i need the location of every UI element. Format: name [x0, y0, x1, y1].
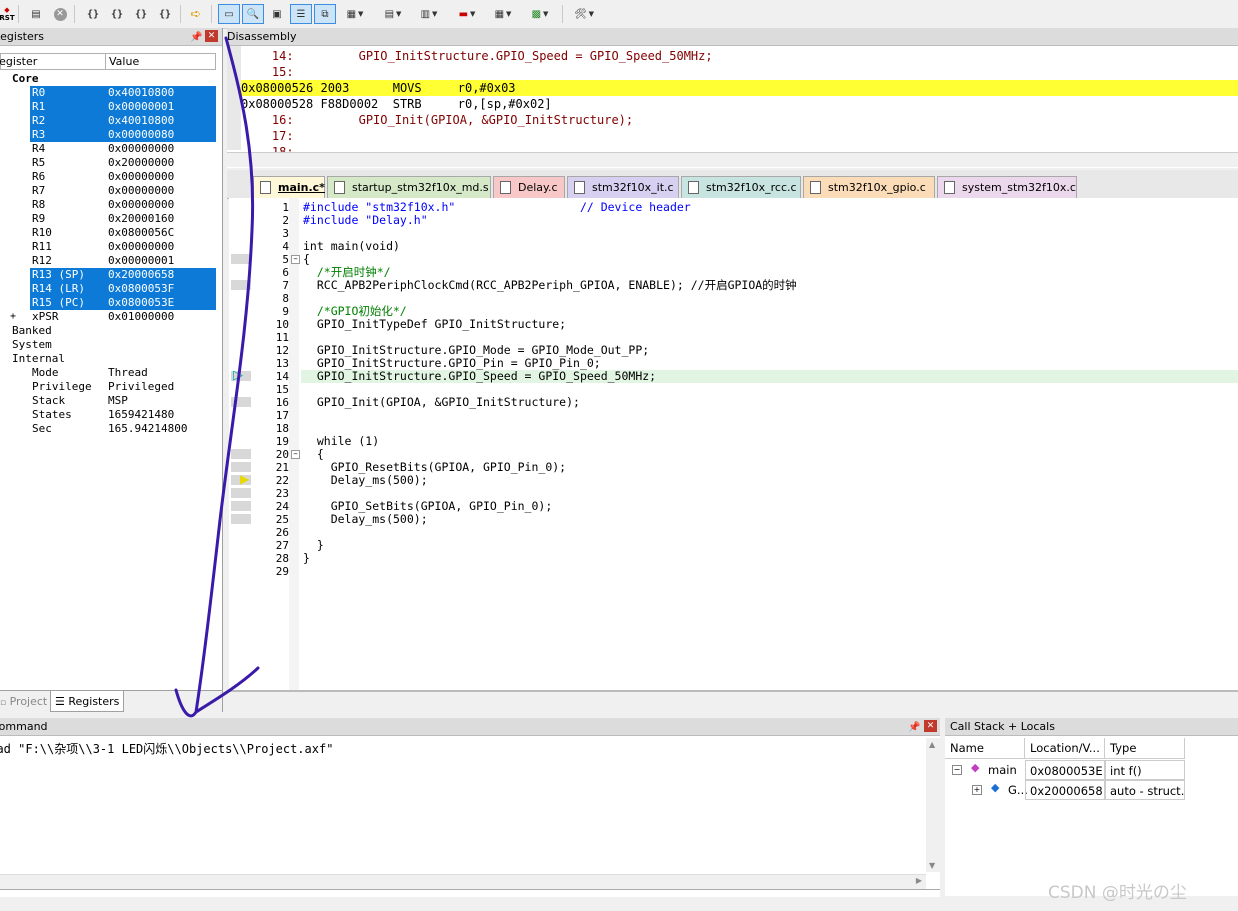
annotation-stroke — [174, 36, 260, 718]
